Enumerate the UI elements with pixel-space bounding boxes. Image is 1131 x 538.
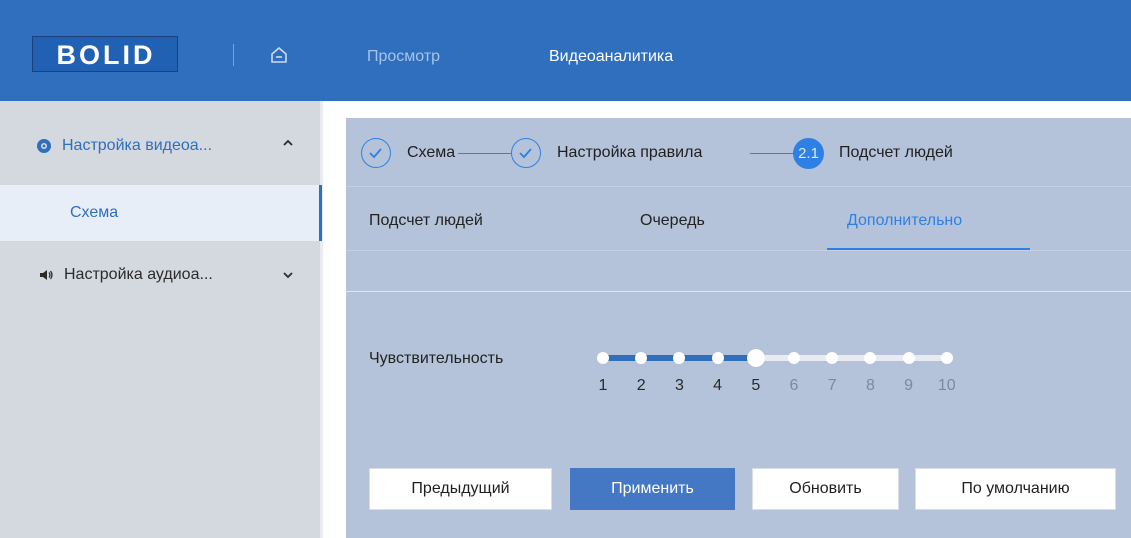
nav-video-analytics[interactable]: Видеоаналитика xyxy=(549,48,673,66)
sidebar-item-video-analytics[interactable]: Настройка видеоа... xyxy=(0,118,320,174)
slider-step-dot[interactable] xyxy=(597,352,609,364)
step-rule-label[interactable]: Настройка правила xyxy=(557,144,702,162)
sidebar-item-audio-analytics[interactable]: Настройка аудиоа... xyxy=(0,247,320,303)
sidebar-item-label: Настройка видеоа... xyxy=(62,137,213,154)
slider-tick-label: 2 xyxy=(636,377,646,394)
slider-step-dot[interactable] xyxy=(902,352,915,364)
nav-view[interactable]: Просмотр xyxy=(367,48,440,66)
slider-tick-label: 3 xyxy=(674,377,684,394)
tabs-divider xyxy=(346,250,1131,251)
slider-tick-label: 5 xyxy=(751,377,761,394)
home-icon[interactable] xyxy=(269,45,289,65)
tab-advanced[interactable]: Дополнительно xyxy=(847,212,962,230)
slider-step-dot[interactable] xyxy=(788,352,800,364)
sensitivity-label: Чувствительность xyxy=(369,350,504,367)
tab-queue[interactable]: Очередь xyxy=(640,212,705,230)
sidebar-item-label: Схема xyxy=(70,204,119,221)
step-people-count-label[interactable]: Подсчет людей xyxy=(839,144,953,162)
tab-people-count[interactable]: Подсчет людей xyxy=(369,212,483,230)
step-connector xyxy=(750,153,794,154)
slider-tick-label: 8 xyxy=(865,377,875,394)
default-button[interactable]: По умолчанию xyxy=(915,468,1116,510)
refresh-button[interactable]: Обновить xyxy=(752,468,899,510)
sensitivity-slider-thumb[interactable] xyxy=(746,349,765,367)
slider-tick-label: 4 xyxy=(713,377,723,394)
step-check-icon xyxy=(511,138,541,168)
step-schema-label[interactable]: Схема xyxy=(407,144,455,162)
slider-tick-label: 10 xyxy=(937,377,956,394)
previous-button[interactable]: Предыдущий xyxy=(369,468,552,510)
header-divider xyxy=(233,44,234,66)
slider-tick-label: 6 xyxy=(789,377,799,394)
chevron-up-icon xyxy=(283,137,293,151)
apply-button[interactable]: Применить xyxy=(570,468,735,510)
step-connector xyxy=(458,153,511,154)
section-divider xyxy=(346,291,1131,292)
speaker-icon xyxy=(38,267,54,283)
sidebar-item-schema[interactable]: Схема xyxy=(0,185,322,241)
sidebar-item-label: Настройка аудиоа... xyxy=(64,266,213,283)
step-check-icon xyxy=(361,138,391,168)
step-active-number: 2.1 xyxy=(793,138,824,169)
brand-logo[interactable]: BOLID xyxy=(32,36,180,74)
slider-step-dot[interactable] xyxy=(711,352,724,364)
selected-indicator xyxy=(319,185,322,241)
video-analytics-icon xyxy=(36,138,52,154)
logo-text: BOLID xyxy=(56,39,156,70)
slider-step-dot[interactable] xyxy=(940,352,953,364)
slider-tick-label: 7 xyxy=(827,377,837,394)
chevron-down-icon xyxy=(283,269,293,283)
slider-tick-label: 1 xyxy=(598,377,608,394)
slider-tick-label: 9 xyxy=(904,377,914,394)
